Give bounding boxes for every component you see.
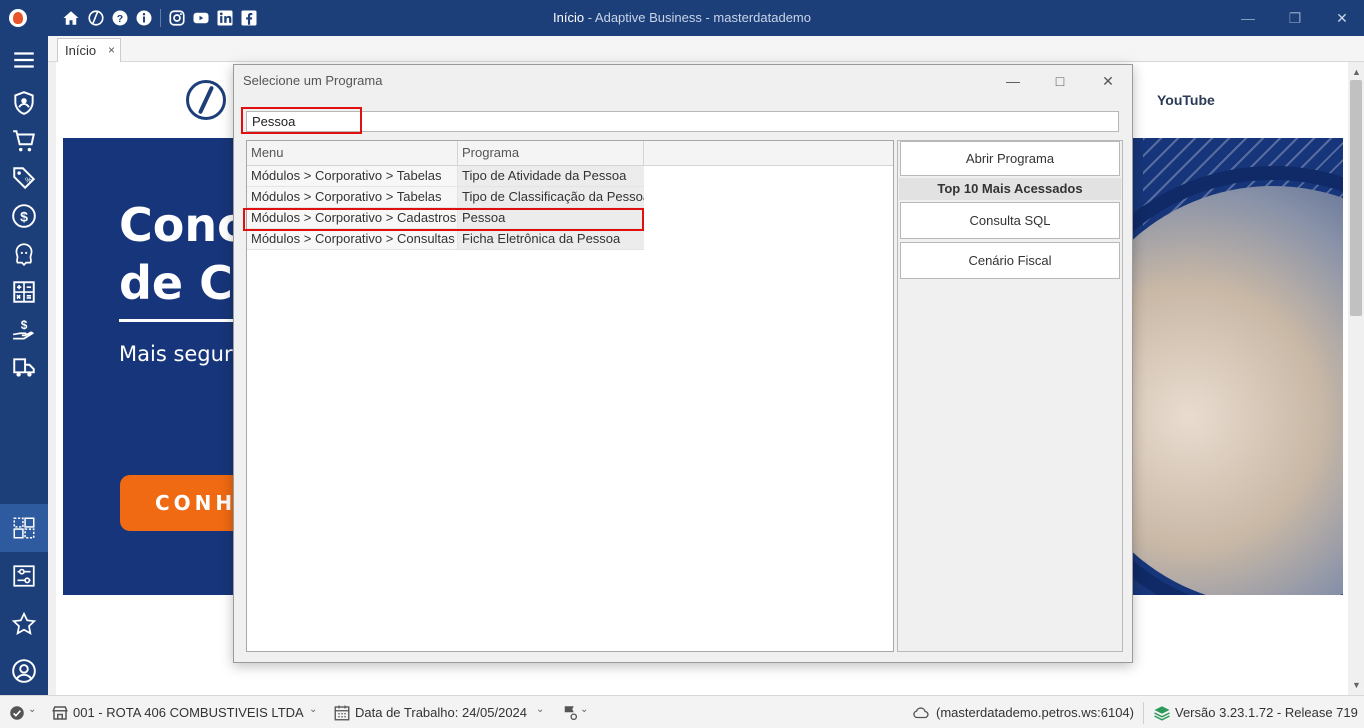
scroll-up-icon[interactable]: ▲: [1352, 68, 1361, 77]
table-row[interactable]: Módulos > Corporativo > Consultas Ficha …: [247, 229, 644, 250]
dialog-minimize-icon[interactable]: —: [1003, 71, 1023, 91]
store-icon: [51, 704, 69, 722]
column-header-programa[interactable]: Programa: [458, 141, 644, 165]
dialog-close-icon[interactable]: ✕: [1098, 71, 1118, 91]
svg-text:$: $: [21, 318, 28, 332]
youtube-link[interactable]: YouTube: [1157, 92, 1215, 108]
favorites-star-icon[interactable]: [0, 606, 48, 642]
calendar-icon: [333, 704, 351, 722]
vertical-scrollbar[interactable]: ▲ ▼: [1348, 62, 1364, 695]
banner-divider: [119, 319, 239, 322]
modules-puzzle-icon[interactable]: [0, 504, 48, 552]
cell-menu: Módulos > Corporativo > Tabelas: [247, 187, 458, 208]
calculator-icon[interactable]: [0, 274, 48, 310]
top10-item-consulta-sql[interactable]: Consulta SQL: [900, 202, 1120, 239]
table-row[interactable]: Módulos > Corporativo > Tabelas Tipo de …: [247, 166, 644, 187]
work-date[interactable]: Data de Trabalho: 24/05/2024: [355, 705, 527, 720]
lion-icon[interactable]: [0, 236, 48, 272]
chevron-down-icon[interactable]: ⌄: [536, 704, 544, 715]
scroll-down-icon[interactable]: ▼: [1352, 681, 1361, 690]
company-logo: [186, 80, 226, 120]
banner-cta-button[interactable]: CONH: [120, 475, 240, 531]
table-row[interactable]: Módulos > Corporativo > Tabelas Tipo de …: [247, 187, 644, 208]
cloud-icon: [912, 704, 930, 722]
flag-settings-icon[interactable]: [561, 704, 579, 722]
chevron-down-icon[interactable]: ⌄: [309, 704, 317, 715]
chevron-down-icon[interactable]: ⌄: [580, 704, 588, 715]
program-search-input[interactable]: [246, 111, 1119, 132]
banner-subtitle: Mais segur: [119, 342, 233, 366]
top10-item-cenario-fiscal[interactable]: Cenário Fiscal: [900, 242, 1120, 279]
restore-icon[interactable]: ❐: [1285, 8, 1305, 28]
status-check-icon[interactable]: [8, 704, 26, 722]
settings-sliders-icon[interactable]: [0, 558, 48, 594]
svg-text:$: $: [20, 208, 28, 224]
cell-programa: Pessoa: [458, 208, 644, 229]
program-selector-dialog: Selecione um Programa — □ ✕ Menu Program…: [233, 64, 1133, 663]
tab-close-icon[interactable]: ×: [108, 43, 115, 57]
quick-access-panel: Abrir Programa Top 10 Mais Acessados Con…: [897, 140, 1123, 652]
cell-menu: Módulos > Corporativo > Cadastros: [247, 208, 458, 229]
title-bar: ? Início - Adaptive Business - masterdat…: [0, 0, 1364, 36]
cell-menu: Módulos > Corporativo > Tabelas: [247, 166, 458, 187]
cell-programa: Tipo de Classificação da Pessoa: [458, 187, 644, 208]
price-tags-icon[interactable]: %: [0, 160, 48, 196]
open-program-button[interactable]: Abrir Programa: [900, 141, 1120, 176]
delivery-truck-icon[interactable]: [0, 350, 48, 386]
top10-header: Top 10 Mais Acessados: [899, 178, 1121, 200]
server-address: (masterdatademo.petros.ws:6104): [936, 705, 1134, 720]
minimize-icon[interactable]: —: [1238, 8, 1258, 28]
tab-label: Início: [65, 43, 97, 58]
cell-programa: Tipo de Atividade da Pessoa: [458, 166, 644, 187]
sidebar: % $ $: [0, 36, 48, 695]
svg-text:%: %: [25, 175, 32, 184]
divider: [1143, 702, 1144, 724]
cell-programa: Ficha Eletrônica da Pessoa: [458, 229, 644, 250]
tab-strip: Início ×: [48, 36, 1364, 62]
dialog-title: Selecione um Programa: [243, 73, 383, 88]
security-shield-icon[interactable]: [0, 85, 48, 121]
hamburger-menu-icon[interactable]: [0, 42, 48, 78]
tab-inicio[interactable]: Início ×: [57, 38, 121, 62]
finance-dollar-icon[interactable]: $: [0, 198, 48, 234]
shopping-cart-icon[interactable]: [0, 123, 48, 159]
program-results-grid: Menu Programa Módulos > Corporativo > Ta…: [246, 140, 894, 652]
dialog-maximize-icon[interactable]: □: [1050, 71, 1070, 91]
status-bar: ⌄ 001 - ROTA 406 COMBUSTIVEIS LTDA ⌄ Dat…: [0, 695, 1364, 728]
grid-header: Menu Programa: [247, 141, 893, 166]
chevron-down-icon[interactable]: ⌄: [28, 704, 36, 715]
window-title: Início - Adaptive Business - masterdatad…: [553, 10, 811, 25]
column-header-menu[interactable]: Menu: [247, 141, 458, 165]
company-selector[interactable]: 001 - ROTA 406 COMBUSTIVEIS LTDA: [73, 705, 304, 720]
scroll-thumb[interactable]: [1350, 80, 1362, 316]
close-icon[interactable]: ✕: [1332, 8, 1352, 28]
layers-version-icon: [1153, 704, 1171, 722]
hand-money-icon[interactable]: $: [0, 312, 48, 348]
version-label: Versão 3.23.1.72 - Release 719: [1175, 705, 1358, 720]
cell-menu: Módulos > Corporativo > Consultas: [247, 229, 458, 250]
user-profile-icon[interactable]: [0, 653, 48, 689]
table-row-selected[interactable]: Módulos > Corporativo > Cadastros Pessoa: [247, 208, 644, 229]
